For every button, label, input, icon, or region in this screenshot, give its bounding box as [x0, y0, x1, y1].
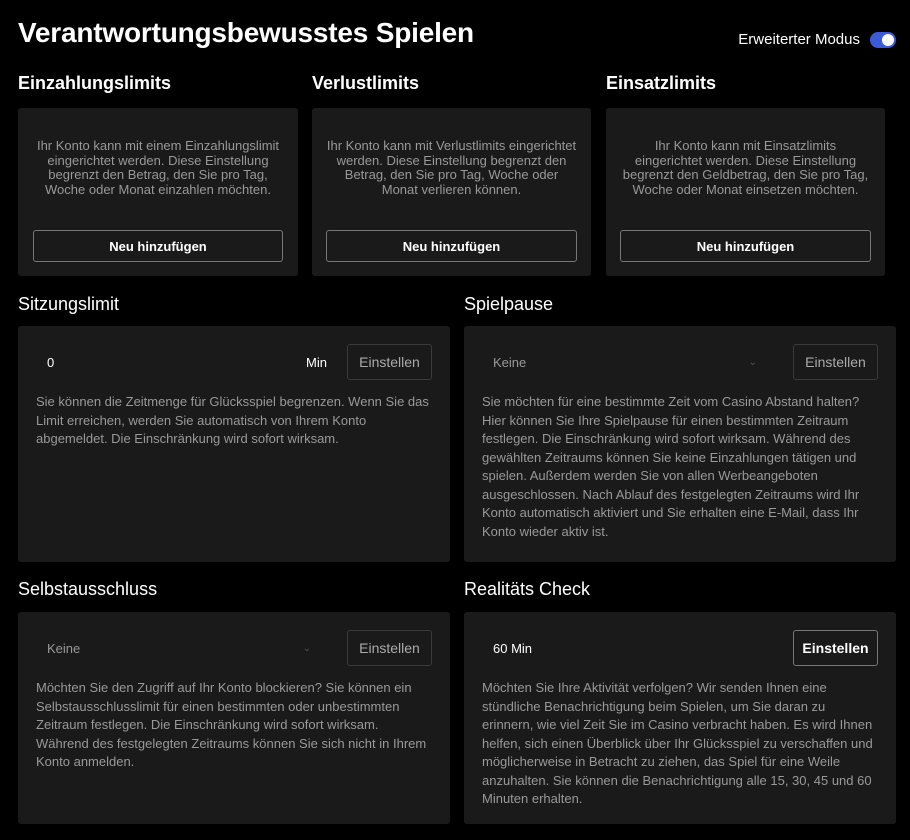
deposit-limits-text: Ihr Konto kann mit einem Einzahlungslimi…: [36, 138, 280, 197]
game-pause-title: Spielpause: [464, 294, 554, 314]
add-wager-limit-button[interactable]: Neu hinzufügen: [620, 230, 871, 262]
session-limit-unit: Min: [306, 354, 327, 370]
reality-check-text: Möchten Sie Ihre Aktivität verfolgen? Wi…: [482, 680, 873, 806]
loss-limits-text: Ihr Konto kann mit Verlustlimits eingeri…: [326, 138, 577, 197]
game-pause-set-button[interactable]: Einstellen: [793, 344, 878, 380]
wager-limits-card: Ihr Konto kann mit Einsatzlimits eingeri…: [606, 108, 885, 276]
self-exclusion-select[interactable]: Keine ⌄: [36, 630, 333, 666]
loss-limits-card: Ihr Konto kann mit Verlustlimits eingeri…: [312, 108, 591, 276]
loss-limits-title: Verlustlimits: [312, 73, 420, 93]
session-limit-set-button[interactable]: Einstellen: [347, 344, 432, 380]
chevron-down-icon: ⌄: [302, 642, 311, 654]
session-limit-title: Sitzungslimit: [18, 294, 120, 314]
deposit-limits-card: Ihr Konto kann mit einem Einzahlungslimi…: [18, 108, 298, 276]
game-pause-selected: Keine: [493, 354, 527, 370]
game-pause-text: Sie möchten für eine bestimmte Zeit vom …: [482, 394, 860, 539]
advanced-mode-label: Erweiterter Modus: [738, 31, 860, 48]
add-loss-limit-button[interactable]: Neu hinzufügen: [326, 230, 577, 262]
self-exclusion-controls: Keine ⌄ Einstellen: [36, 630, 432, 666]
game-pause-controls: Keine ⌄ Einstellen: [482, 344, 878, 380]
deposit-limits-title: Einzahlungslimits: [18, 73, 172, 93]
add-deposit-limit-button[interactable]: Neu hinzufügen: [33, 230, 283, 262]
wager-limits-text: Ihr Konto kann mit Einsatzlimits eingeri…: [622, 138, 869, 197]
toggle-knob: [882, 33, 894, 46]
reality-check-title: Realitäts Check: [464, 579, 591, 599]
wager-limits-title: Einsatzlimits: [606, 73, 717, 93]
self-exclusion-set-button[interactable]: Einstellen: [347, 630, 432, 666]
reality-check-selected: 60 Min: [493, 640, 533, 656]
session-limit-controls: Min Einstellen: [36, 344, 432, 380]
reality-check-set-button[interactable]: Einstellen: [793, 630, 878, 666]
game-pause-card: Keine ⌄ Einstellen Sie möchten für eine …: [464, 326, 896, 562]
chevron-down-icon: ⌄: [748, 356, 757, 368]
advanced-mode: Erweiterter Modus: [738, 31, 896, 48]
self-exclusion-title: Selbstausschluss: [18, 579, 158, 599]
session-limit-input[interactable]: [36, 344, 307, 380]
session-limit-text: Sie können die Zeitmenge für Glücksspiel…: [36, 394, 429, 446]
self-exclusion-card: Keine ⌄ Einstellen Möchten Sie den Zugri…: [18, 612, 450, 824]
self-exclusion-selected: Keine: [47, 640, 81, 656]
session-limit-card: Min Einstellen Sie können die Zeitmenge …: [18, 326, 450, 562]
reality-check-select[interactable]: 60 Min: [482, 630, 779, 666]
reality-check-controls: 60 Min Einstellen: [482, 630, 878, 666]
reality-check-card: 60 Min Einstellen Möchten Sie Ihre Aktiv…: [464, 612, 896, 824]
advanced-mode-toggle[interactable]: [870, 31, 896, 48]
page-title: Verantwortungsbewusstes Spielen: [18, 17, 474, 48]
game-pause-select[interactable]: Keine ⌄: [482, 344, 779, 380]
self-exclusion-text: Möchten Sie den Zugriff auf Ihr Konto bl…: [36, 680, 427, 769]
